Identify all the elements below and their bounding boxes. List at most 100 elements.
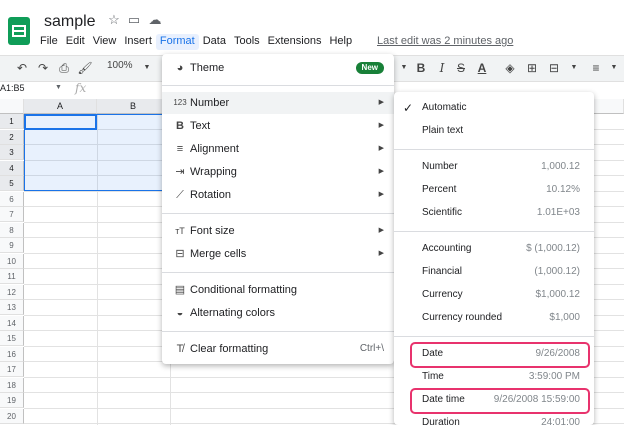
submenu-arrow-icon: ▶ [378,191,384,198]
number-format-accounting[interactable]: Accounting $ (1,000.12) [394,238,594,260]
conditional-format-icon: ▤ [174,284,186,296]
row-header-5[interactable]: 5 [0,176,24,191]
number-format-plain-text[interactable]: Plain text [394,120,594,142]
row-header-6[interactable]: 6 [0,191,24,207]
menu-item-rotation[interactable]: ⟋ Rotation ▶ [162,184,394,206]
row-header-12[interactable]: 12 [0,284,24,300]
row-header-4[interactable]: 4 [0,160,24,176]
fill-color-icon[interactable]: ◈ [502,60,518,76]
submenu-arrow-icon: ▶ [378,122,384,129]
font-size-icon: тT [175,226,185,236]
align-icon[interactable]: ≡ [588,60,604,76]
menu-edit[interactable]: Edit [62,34,89,50]
row-header-10[interactable]: 10 [0,253,24,269]
menu-item-alternating-colors[interactable]: ◒ Alternating colors [162,302,394,324]
menu-format[interactable]: Format [155,34,199,50]
date-highlight-box [410,342,590,368]
row-header-16[interactable]: 16 [0,346,24,362]
column-header-b[interactable]: B [97,99,170,114]
merge-cells-icon[interactable]: ⊟ [546,60,562,76]
redo-icon[interactable]: ↷ [35,60,51,76]
menu-divider [162,272,394,273]
row-header-1[interactable]: 1 [0,114,24,129]
zoom-dropdown-icon[interactable]: ▼ [139,60,155,76]
menu-item-alignment[interactable]: ≡ Alignment ▶ [162,138,394,160]
menu-divider [162,213,394,214]
cloud-status-icon[interactable]: ☁ [147,12,163,28]
menu-item-wrapping[interactable]: ⇥ Wrapping ▶ [162,161,394,183]
number-format-financial[interactable]: Financial (1,000.12) [394,261,594,283]
menu-view[interactable]: View [89,34,121,50]
clear-format-icon: T̸ [176,343,184,355]
checkmark-icon: ✓ [403,101,414,115]
last-edit-link[interactable]: Last edit was 2 minutes ago [377,35,513,47]
menu-item-conditional-formatting[interactable]: ▤ Conditional formatting [162,279,394,301]
row-header-3[interactable]: 3 [0,145,24,160]
menu-item-clear-formatting[interactable]: T̸ Clear formatting Ctrl+\ [162,338,394,360]
print-icon[interactable]: ⎙ [56,60,72,76]
shortcut-hint: Ctrl+\ [359,343,384,354]
number-format-currency[interactable]: Currency $1,000.12 [394,284,594,306]
date-time-highlight-box [410,388,590,414]
wrap-icon: ⇥ [175,166,185,178]
row-header-13[interactable]: 13 [0,300,24,315]
menu-file[interactable]: File [36,34,62,50]
row-header-14[interactable]: 14 [0,315,24,331]
new-badge: New [355,62,384,74]
sheets-logo-icon[interactable] [8,17,30,45]
row-header-15[interactable]: 15 [0,331,24,346]
strikethrough-button[interactable]: S [453,60,469,76]
row-header-20[interactable]: 20 [0,408,24,424]
row-header-2[interactable]: 2 [0,129,24,145]
font-size-dropdown-icon[interactable]: ▼ [396,60,412,76]
number-format-scientific[interactable]: Scientific 1.01E+03 [394,202,594,224]
menu-item-number[interactable]: 123 Number ▶ [162,92,394,114]
star-icon[interactable]: ☆ [106,12,122,28]
borders-icon[interactable]: ⊞ [524,60,540,76]
bold-icon: B [176,120,184,132]
row-header-8[interactable]: 8 [0,222,24,238]
menu-item-font-size[interactable]: тT Font size ▶ [162,220,394,242]
paint-format-icon[interactable]: 🖌 [77,60,93,76]
row-header-18[interactable]: 18 [0,377,24,393]
menu-data[interactable]: Data [199,34,230,50]
submenu-arrow-icon: ▶ [378,168,384,175]
merge-icon: ⊟ [175,248,185,260]
name-box-dropdown-icon[interactable]: ▼ [55,84,62,91]
row-header-7[interactable]: 7 [0,207,24,222]
select-all-corner[interactable] [0,99,24,114]
menu-help[interactable]: Help [325,34,356,50]
menu-item-merge-cells[interactable]: ⊟ Merge cells ▶ [162,243,394,265]
align-dropdown-icon[interactable]: ▼ [606,60,622,76]
zoom-select[interactable]: 100% [107,60,133,71]
menu-tools[interactable]: Tools [230,34,264,50]
active-cell[interactable] [24,114,97,130]
column-header-a[interactable]: A [24,99,97,114]
text-color-button[interactable]: A [474,60,490,76]
merge-dropdown-icon[interactable]: ▼ [566,60,582,76]
move-folder-icon[interactable]: ▭ [126,12,142,28]
fill-drop-icon: ◒ [176,307,184,319]
menu-divider [394,336,594,337]
menu-extensions[interactable]: Extensions [264,34,326,50]
number-format-number[interactable]: Number 1,000.12 [394,156,594,178]
row-header-19[interactable]: 19 [0,393,24,408]
italic-button[interactable]: I [434,60,450,76]
menu-divider [394,149,594,150]
name-box[interactable]: A1:B5 [0,83,25,93]
menu-item-text[interactable]: B Text ▶ [162,115,394,137]
number-format-percent[interactable]: Percent 10.12% [394,179,594,201]
menu-insert[interactable]: Insert [120,34,156,50]
row-header-11[interactable]: 11 [0,269,24,284]
row-header-9[interactable]: 9 [0,238,24,253]
menu-item-theme[interactable]: ◕ Theme New [162,57,394,79]
number-format-currency-rounded[interactable]: Currency rounded $1,000 [394,307,594,329]
row-header-17[interactable]: 17 [0,362,24,377]
number-format-automatic[interactable]: ✓ Automatic [394,97,594,119]
submenu-arrow-icon: ▶ [378,227,384,234]
number-format-time[interactable]: Time 3:59:00 PM [394,366,594,388]
submenu-arrow-icon: ▶ [378,99,384,106]
undo-icon[interactable]: ↶ [14,60,30,76]
document-title[interactable]: sample [44,13,96,31]
bold-button[interactable]: B [413,60,429,76]
